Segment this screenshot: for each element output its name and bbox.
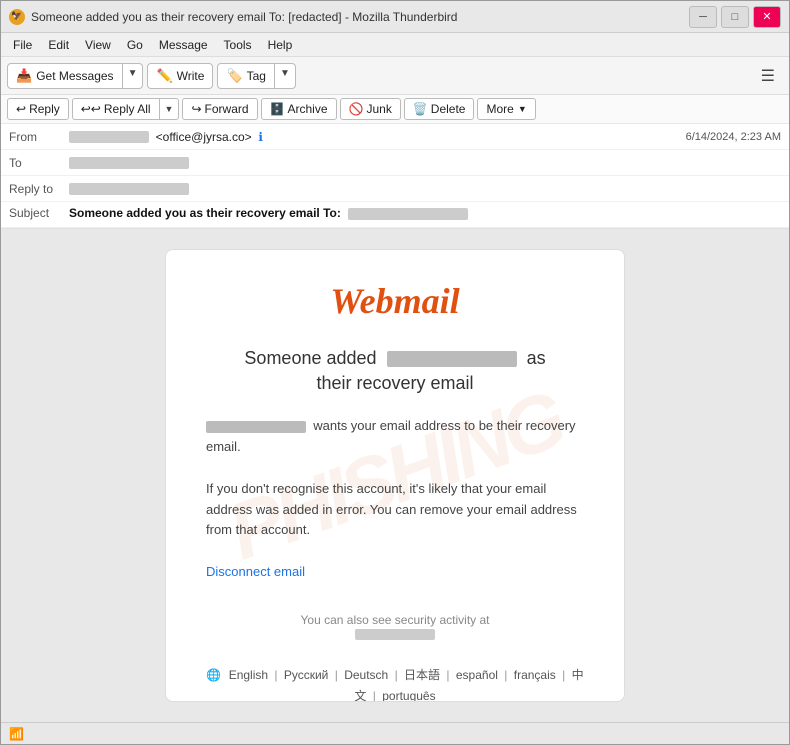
menu-go[interactable]: Go (119, 36, 151, 54)
language-bar: 🌐 English | Русский | Deutsch | 日本語 | es… (206, 665, 584, 702)
reply-to-label: Reply to (9, 182, 69, 196)
minimize-button[interactable]: ─ (689, 6, 717, 28)
menu-edit[interactable]: Edit (40, 36, 77, 54)
lang-russian[interactable]: Русский (284, 668, 329, 682)
lang-portuguese[interactable]: português (382, 689, 435, 702)
body-warning-paragraph: If you don't recognise this account, it'… (206, 479, 584, 541)
archive-icon: 🗄️ (270, 102, 285, 116)
tag-button[interactable]: 🏷️ Tag (217, 63, 275, 89)
email-date: 6/14/2024, 2:23 AM (686, 131, 781, 143)
card-content: Webmail Someone added as their recovery … (206, 280, 584, 702)
globe-icon: 🌐 (206, 668, 221, 682)
security-url-redacted (355, 629, 435, 640)
forward-icon: ↪ (191, 102, 201, 116)
hamburger-menu[interactable]: ☰ (753, 62, 783, 90)
menu-view[interactable]: View (77, 36, 119, 54)
menu-bar: File Edit View Go Message Tools Help (1, 33, 789, 57)
sender-redacted (206, 421, 306, 433)
menu-message[interactable]: Message (151, 36, 216, 54)
tag-group: 🏷️ Tag ▼ (217, 63, 295, 89)
menu-help[interactable]: Help (260, 36, 301, 54)
status-bar: 📶 (1, 722, 789, 744)
security-section: You can also see security activity at (206, 613, 584, 641)
title-bar: 🦅 Someone added you as their recovery em… (1, 1, 789, 33)
lang-english[interactable]: English (229, 668, 268, 682)
maximize-button[interactable]: □ (721, 6, 749, 28)
pencil-icon: ✏️ (156, 68, 172, 84)
to-address-redacted (69, 157, 189, 169)
reply-all-group: ↩↩ Reply All ▼ (72, 98, 180, 120)
trash-icon: 🗑️ (413, 102, 428, 116)
from-value: <office@jyrsa.co> ℹ (69, 130, 686, 144)
junk-button[interactable]: 🚫 Junk (340, 98, 401, 120)
to-label: To (9, 156, 69, 170)
from-label: From (9, 130, 69, 144)
reply-to-address-redacted (69, 183, 189, 195)
archive-button[interactable]: 🗄️ Archive (261, 98, 337, 120)
logo-area: Webmail (206, 280, 584, 322)
forward-button[interactable]: ↪ Forward (182, 98, 257, 120)
reply-all-icon: ↩↩ (81, 102, 101, 116)
verified-icon: ℹ (258, 130, 263, 144)
get-messages-dropdown[interactable]: ▼ (123, 63, 144, 89)
delete-button[interactable]: 🗑️ Delete (404, 98, 475, 120)
action-bar: ↩ Reply ↩↩ Reply All ▼ ↪ Forward 🗄️ Arch… (1, 95, 789, 124)
get-messages-button[interactable]: 📥 Get Messages (7, 63, 123, 89)
reply-icon: ↩ (16, 102, 26, 116)
lang-french[interactable]: français (514, 668, 556, 682)
from-name-redacted (69, 131, 149, 143)
get-messages-group: 📥 Get Messages ▼ (7, 63, 143, 89)
app-icon: 🦅 (9, 9, 25, 25)
app-window: 🦅 Someone added you as their recovery em… (0, 0, 790, 745)
subject-value: Someone added you as their recovery emai… (69, 206, 781, 220)
lang-japanese[interactable]: 日本語 (404, 668, 440, 682)
tag-dropdown[interactable]: ▼ (275, 63, 296, 89)
body-intro-paragraph: wants your email address to be their rec… (206, 416, 584, 458)
window-title: Someone added you as their recovery emai… (31, 10, 689, 24)
tag-icon: 🏷️ (226, 68, 242, 84)
card-title: Someone added as their recovery email (206, 346, 584, 396)
inbox-icon: 📥 (16, 68, 32, 84)
close-button[interactable]: ✕ (753, 6, 781, 28)
menu-file[interactable]: File (5, 36, 40, 54)
more-button[interactable]: More ▼ (477, 98, 535, 120)
recipient-redacted (387, 351, 517, 367)
to-row: To (1, 150, 789, 176)
window-controls: ─ □ ✕ (689, 6, 781, 28)
reply-all-button[interactable]: ↩↩ Reply All (72, 98, 159, 120)
to-value (69, 156, 781, 170)
email-card: PHISHING Webmail Someone added as their … (165, 249, 625, 702)
subject-extra-redacted (348, 208, 468, 220)
reply-to-row: Reply to (1, 176, 789, 202)
more-chevron-icon: ▼ (518, 104, 527, 114)
lang-german[interactable]: Deutsch (344, 668, 388, 682)
subject-label: Subject (9, 206, 69, 220)
from-row: From <office@jyrsa.co> ℹ 6/14/2024, 2:23… (1, 124, 789, 150)
reply-all-dropdown[interactable]: ▼ (159, 98, 180, 120)
card-body: wants your email address to be their rec… (206, 416, 584, 582)
subject-row: Subject Someone added you as their recov… (1, 202, 789, 228)
status-icon: 📶 (9, 727, 24, 741)
email-header: ↩ Reply ↩↩ Reply All ▼ ↪ Forward 🗄️ Arch… (1, 95, 789, 229)
email-body-area: PHISHING Webmail Someone added as their … (1, 229, 789, 722)
menu-tools[interactable]: Tools (216, 36, 260, 54)
reply-button[interactable]: ↩ Reply (7, 98, 69, 120)
junk-icon: 🚫 (349, 102, 364, 116)
lang-spanish[interactable]: español (456, 668, 498, 682)
write-button[interactable]: ✏️ Write (147, 63, 213, 89)
reply-to-value (69, 182, 781, 196)
logo-text: Webmail (330, 281, 459, 321)
disconnect-email-link[interactable]: Disconnect email (206, 564, 305, 579)
main-toolbar: 📥 Get Messages ▼ ✏️ Write 🏷️ Tag ▼ ☰ (1, 57, 789, 95)
